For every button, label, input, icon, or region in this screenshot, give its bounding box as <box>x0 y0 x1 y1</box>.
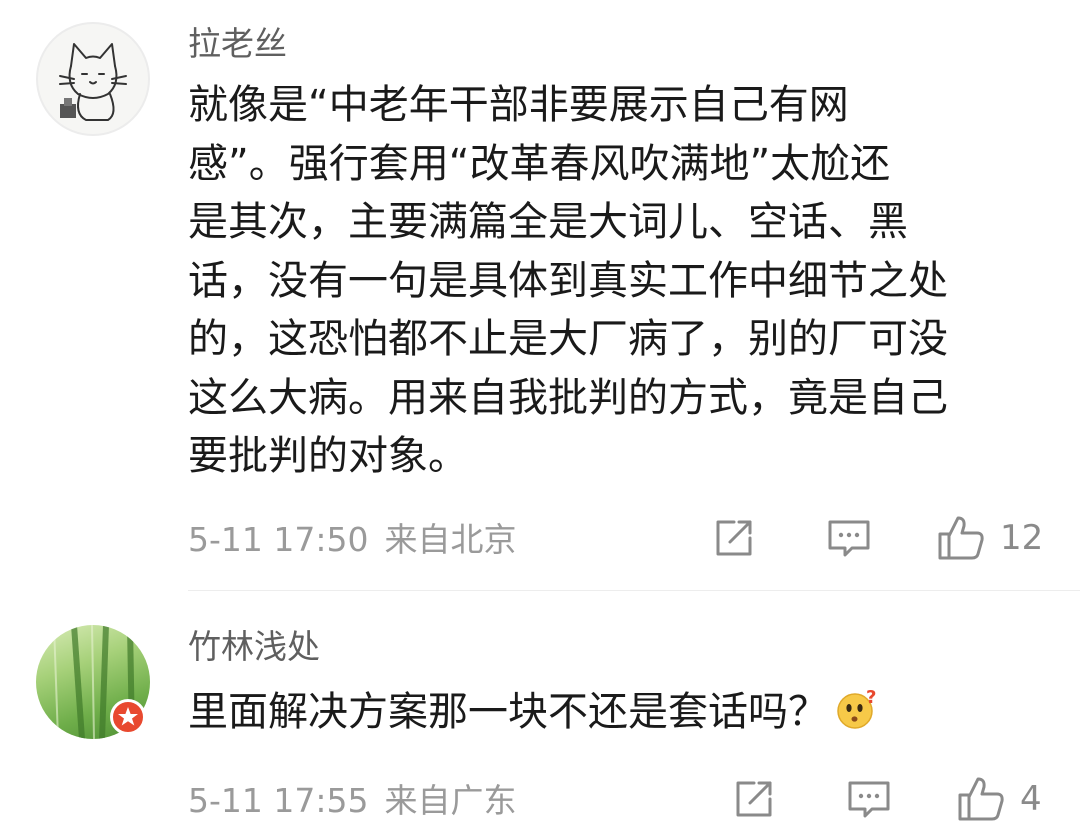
user-avatar[interactable] <box>36 22 150 136</box>
comment-icon <box>848 781 890 818</box>
like-button[interactable]: 12 <box>936 514 1043 562</box>
comment-text-line: 的，这恐怕都不止是大厂病了，别的厂可没 <box>188 316 948 362</box>
comment-item: 拉老丝 就像是“中老年干部非要展示自己有网 感”。强行套用“改革春风吹满地”太尬… <box>0 0 1080 590</box>
comment-text: 里面解决方案那一块不还是套话吗？ ? <box>188 683 1058 742</box>
comment-text-line: 这么大病。用来自我批判的方式，竟是自己 <box>188 374 948 421</box>
location: 来自北京 <box>384 520 517 559</box>
like-button[interactable]: 4 <box>956 775 1042 823</box>
thumbs-up-icon <box>958 777 1004 821</box>
reply-button[interactable] <box>846 777 892 821</box>
cat-sketch-icon <box>59 43 127 121</box>
share-icon <box>736 781 772 817</box>
comment-text-line: 话，没有一句是具体到真实工作中细节之处 <box>188 257 948 304</box>
username[interactable]: 竹林浅处 <box>188 627 320 667</box>
svg-text:?: ? <box>866 689 876 708</box>
comment-icon <box>828 520 870 557</box>
comment-text-line: 感”。强行套用“改革春风吹满地”太尬还 <box>188 140 891 187</box>
like-count: 12 <box>1000 518 1044 558</box>
comment-text: 就像是“中老年干部非要展示自己有网 感”。强行套用“改革春风吹满地”太尬还 是其… <box>188 76 1058 486</box>
comment-text-span: 里面解决方案那一块不还是套话吗？ <box>188 689 828 735</box>
comment-text-line: 里面解决方案那一块不还是套话吗？ ? <box>188 683 1058 742</box>
comment-meta: 5-11 17:50 来自北京 <box>188 520 517 560</box>
timestamp: 5-11 17:55 <box>188 781 369 820</box>
share-icon <box>716 520 752 556</box>
location: 来自广东 <box>384 781 517 820</box>
comment-text-line: 要批判的对象。 <box>188 433 468 479</box>
thumbs-up-icon <box>938 516 984 560</box>
star-badge-icon <box>110 699 146 735</box>
share-button[interactable] <box>732 777 776 821</box>
comment-item: 竹林浅处 里面解决方案那一块不还是套话吗？ ? 5-11 17:55 来自广东 <box>0 591 1080 836</box>
comment-meta: 5-11 17:55 来自广东 <box>188 781 517 821</box>
comment-text-line: 就像是“中老年干部非要展示自己有网 <box>188 82 849 128</box>
username[interactable]: 拉老丝 <box>188 24 287 64</box>
reply-button[interactable] <box>826 516 872 560</box>
share-button[interactable] <box>712 516 756 560</box>
thinking-face-emoji-icon: ? <box>836 687 878 748</box>
comment-text-line: 是其次，主要满篇全是大词儿、空话、黑 <box>188 199 908 245</box>
like-count: 4 <box>1020 779 1042 819</box>
timestamp: 5-11 17:50 <box>188 520 369 559</box>
